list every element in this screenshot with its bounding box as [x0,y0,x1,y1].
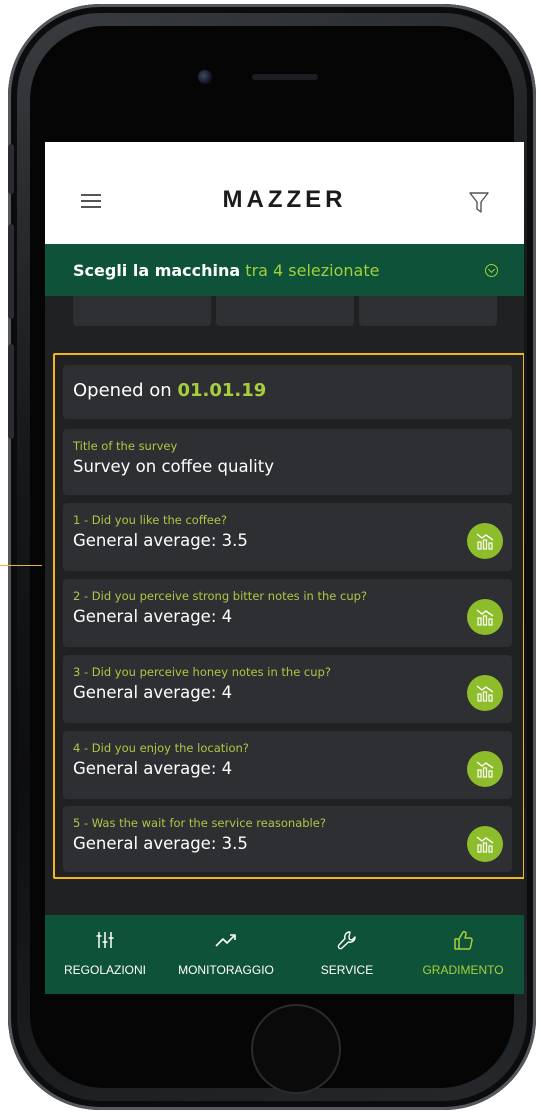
nav-label: MONITORAGGIO [178,963,274,977]
machine-selector-text: Scegli la macchina tra 4 selezionate [73,261,379,280]
question-average: General average: 4 [73,683,233,702]
volume-up-button [8,224,14,319]
opened-on-label: Opened on [73,380,172,401]
bottom-nav: REGOLAZIONI MONITORAGGIO SERVICE GRADIME… [45,915,524,994]
question-label: 4 - Did you enjoy the location? [73,741,249,755]
app-header: MAZZER [45,142,524,244]
chart-button[interactable] [467,751,503,787]
chart-icon [476,533,494,550]
nav-label: REGOLAZIONI [63,963,146,977]
nav-item-gradimento[interactable]: GRADIMENTO [407,915,519,994]
nav-item-regolazioni[interactable]: REGOLAZIONI [45,915,165,994]
chevron-circle-down-icon[interactable] [485,264,498,277]
sliders-icon [96,932,114,948]
chart-button[interactable] [467,675,503,711]
machine-selector[interactable]: Scegli la macchina tra 4 selezionate [45,244,524,296]
home-button[interactable] [251,1004,341,1094]
machine-tab[interactable] [216,296,354,326]
machine-tabs [73,296,497,326]
mute-switch [8,144,14,194]
nav-label: GRADIMENTO [422,963,504,977]
survey-opened-card: Opened on 01.01.19 [63,365,512,419]
chart-icon [476,609,494,626]
survey-title-card: Title of the survey Survey on coffee qua… [63,429,512,495]
question-card: 3 - Did you perceive honey notes in the … [63,655,512,723]
chart-button[interactable] [467,599,503,635]
question-average: General average: 4 [73,759,233,778]
survey-title-label: Title of the survey [73,439,178,453]
question-label: 2 - Did you perceive strong bitter notes… [73,589,368,603]
chart-icon [476,761,494,778]
front-camera [198,70,212,84]
trend-up-icon [215,934,236,947]
volume-down-button [8,344,14,439]
question-label: 1 - Did you like the coffee? [73,513,228,527]
opened-on-text: Opened on 01.01.19 [73,380,266,401]
machine-tab[interactable] [359,296,497,326]
question-average: General average: 3.5 [73,834,248,853]
question-card: 4 - Did you enjoy the location? General … [63,731,512,799]
app-screen: MAZZER Scegli la macchina tra 4 selezion… [45,142,524,994]
machine-tab[interactable] [73,296,211,326]
machine-selector-label: Scegli la macchina [73,261,241,280]
nav-item-monitoraggio[interactable]: MONITORAGGIO [163,915,289,994]
nav-item-service[interactable]: SERVICE [307,915,387,994]
chart-icon [476,685,494,702]
opened-on-date: 01.01.19 [177,380,267,401]
annotation-line [0,565,42,566]
question-average: General average: 4 [73,607,233,626]
question-card: 1 - Did you like the coffee? General ave… [63,503,512,571]
question-average: General average: 3.5 [73,531,248,550]
question-label: 5 - Was the wait for the service reasona… [73,816,326,830]
brand-logo: MAZZER [222,186,347,213]
survey-title-value: Survey on coffee quality [73,457,274,476]
chart-button[interactable] [467,826,503,862]
question-label: 3 - Did you perceive honey notes in the … [73,665,331,679]
chart-button[interactable] [467,523,503,559]
wrench-icon [337,931,356,950]
filter-icon[interactable] [469,192,489,214]
question-card: 5 - Was the wait for the service reasona… [63,806,512,872]
chart-icon [476,836,494,853]
earpiece-speaker [252,74,318,80]
nav-label: SERVICE [320,963,374,977]
machine-selector-count: tra 4 selezionate [245,261,380,280]
question-card: 2 - Did you perceive strong bitter notes… [63,579,512,647]
thumbs-up-icon [454,930,473,950]
